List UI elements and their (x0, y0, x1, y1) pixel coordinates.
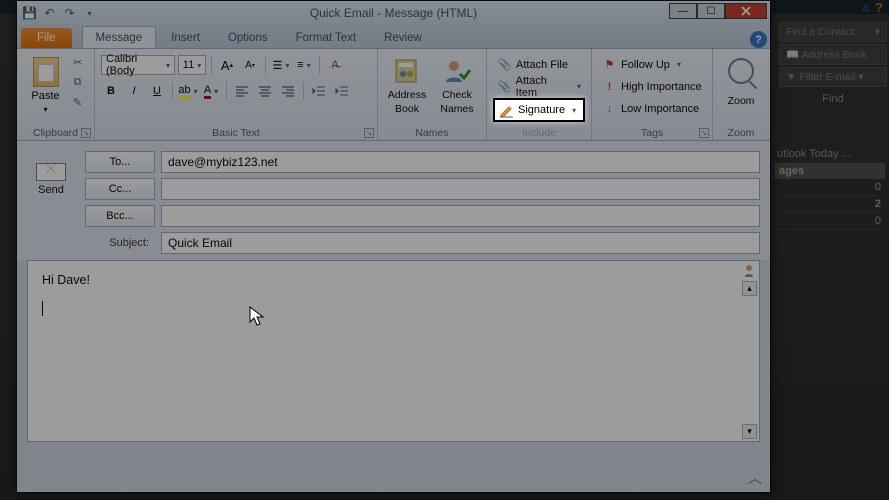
check-names-button[interactable]: Check Names (434, 54, 480, 120)
tab-insert[interactable]: Insert (158, 27, 213, 48)
font-color-icon[interactable]: A▾ (201, 81, 221, 101)
bullets-icon[interactable]: ☰▾ (271, 55, 291, 75)
cc-button[interactable]: Cc... (85, 178, 155, 200)
help-icon[interactable]: ? (750, 31, 767, 48)
tags-dialog-launcher[interactable]: ↘ (699, 128, 709, 138)
zoom-group-label: Zoom (713, 127, 769, 139)
copy-icon[interactable]: ⧉ (70, 74, 86, 90)
paste-label: Paste (31, 90, 59, 102)
grow-font-icon[interactable]: A▴ (217, 55, 237, 75)
to-button[interactable]: To... (85, 151, 155, 173)
address-book-icon (392, 56, 422, 86)
minimize-button[interactable]: — (669, 3, 697, 19)
high-importance-icon: ! (602, 79, 617, 94)
subject-label: Subject: (85, 237, 155, 249)
follow-up-button[interactable]: ⚑ Follow Up ▾ (598, 54, 706, 75)
italic-button[interactable]: I (124, 81, 144, 101)
scroll-down-icon[interactable]: ▾ (742, 424, 757, 439)
zoom-button[interactable]: Zoom (721, 56, 761, 122)
high-importance-button[interactable]: ! High Importance (598, 76, 706, 97)
tab-file[interactable]: File (21, 28, 72, 48)
bold-button[interactable]: B (101, 81, 121, 101)
qat-undo-icon[interactable]: ↶ (41, 5, 58, 22)
ribbon-tabs: File Message Insert Options Format Text … (17, 25, 770, 49)
zoom-icon (728, 58, 754, 84)
align-center-icon[interactable] (255, 81, 275, 101)
font-size-combo[interactable]: 11▾ (178, 55, 206, 75)
align-right-icon[interactable] (278, 81, 298, 101)
tab-review[interactable]: Review (371, 27, 435, 48)
clear-formatting-icon[interactable]: A̶ (325, 55, 345, 75)
paste-icon (33, 57, 59, 87)
flag-icon: ⚑ (602, 57, 617, 72)
underline-button[interactable]: U (147, 81, 167, 101)
check-names-icon (442, 56, 472, 86)
address-book-button[interactable]: Address Book (384, 54, 430, 120)
cut-icon[interactable]: ✂ (70, 54, 86, 70)
low-importance-icon: ↓ (602, 101, 617, 116)
format-painter-icon[interactable]: ✎ (70, 94, 86, 110)
expand-chevron-icon[interactable]: ︿ (748, 468, 762, 488)
highlight-color-icon[interactable]: ab▾ (178, 81, 198, 101)
attach-file-button[interactable]: 📎 Attach File (493, 54, 585, 75)
increase-indent-icon[interactable] (332, 81, 352, 101)
tab-message[interactable]: Message (82, 26, 157, 48)
paperclip-icon: 📎 (497, 57, 512, 72)
maximize-button[interactable]: ☐ (697, 3, 725, 19)
ribbon: Paste ▾ ✂ ⧉ ✎ Clipboard ↘ Calibri (Body▾… (17, 49, 770, 141)
numbering-icon[interactable]: ≡▾ (294, 55, 314, 75)
tab-options[interactable]: Options (215, 27, 281, 48)
basic-text-dialog-launcher[interactable]: ↘ (364, 128, 374, 138)
decrease-indent-icon[interactable] (309, 81, 329, 101)
qat-save-icon[interactable]: 💾 (21, 5, 38, 22)
subject-field[interactable]: Quick Email (161, 232, 760, 254)
text-cursor (42, 301, 43, 316)
signature-button[interactable]: Signature ▾ (493, 98, 585, 122)
message-window: 💾 ↶ ↷ ▾ Quick Email - Message (HTML) — ☐… (16, 0, 771, 493)
clipboard-dialog-launcher[interactable]: ↘ (81, 128, 91, 138)
shrink-font-icon[interactable]: A▾ (240, 55, 260, 75)
titlebar[interactable]: 💾 ↶ ↷ ▾ Quick Email - Message (HTML) — ☐ (17, 1, 770, 25)
qat-customize-icon[interactable]: ▾ (81, 5, 98, 22)
scroll-up-icon[interactable]: ▴ (742, 281, 757, 296)
qat-redo-icon[interactable]: ↷ (61, 5, 78, 22)
envelope-icon (36, 163, 66, 181)
include-group-label: Include (487, 127, 591, 139)
names-group-label: Names (378, 127, 486, 139)
bcc-button[interactable]: Bcc... (85, 205, 155, 227)
tab-format-text[interactable]: Format Text (283, 27, 370, 48)
window-title: Quick Email - Message (HTML) (17, 6, 770, 20)
low-importance-button[interactable]: ↓ Low Importance (598, 98, 706, 119)
address-block: Send To... dave@mybiz123.net Cc... Bcc..… (17, 141, 770, 260)
bcc-field[interactable] (161, 205, 760, 227)
align-left-icon[interactable] (232, 81, 252, 101)
attach-item-icon: 📎 (497, 79, 512, 94)
permissions-icon[interactable] (742, 263, 757, 278)
tags-group-label: Tags (592, 127, 712, 139)
attach-item-button[interactable]: 📎 Attach Item ▾ (493, 76, 585, 97)
signature-icon (499, 103, 514, 118)
body-text: Hi Dave! (42, 273, 745, 287)
basic-text-group-label: Basic Text (95, 127, 377, 139)
to-field[interactable]: dave@mybiz123.net (161, 151, 760, 173)
send-button[interactable]: Send (27, 151, 75, 254)
paste-button[interactable]: Paste ▾ (26, 52, 66, 118)
font-name-combo[interactable]: Calibri (Body▾ (101, 55, 175, 75)
message-body[interactable]: ▴ Hi Dave! ▾ (27, 260, 760, 442)
cc-field[interactable] (161, 178, 760, 200)
close-button[interactable] (725, 3, 767, 19)
